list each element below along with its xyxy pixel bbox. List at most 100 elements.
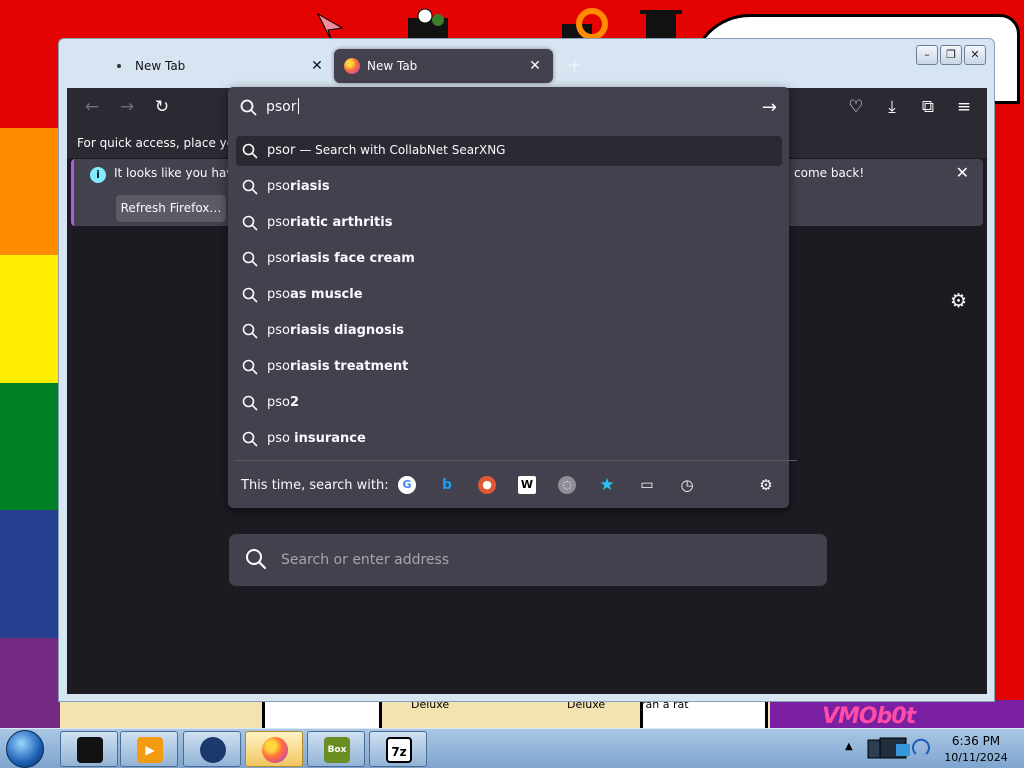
- suggestion-completion: riatic arthritis: [289, 215, 393, 230]
- taskbar-app-firefox[interactable]: [245, 731, 303, 767]
- suggestion-text: psoriasis face cream: [267, 251, 415, 266]
- reload-icon[interactable]: ↻: [147, 88, 177, 126]
- info-icon: i: [90, 167, 106, 183]
- suggestion-completion: riasis diagnosis: [289, 323, 405, 338]
- box-game-icon: Box: [324, 737, 350, 763]
- refresh-firefox-button[interactable]: Refresh Firefox…: [116, 195, 226, 222]
- taskbar-app-terminal[interactable]: [60, 731, 118, 767]
- urlbar-input-row[interactable]: psor →: [228, 87, 789, 129]
- new-tab-search-box[interactable]: [229, 534, 827, 586]
- search-icon: [242, 287, 258, 303]
- notice-text-end: come back!: [794, 166, 865, 180]
- minimize-button[interactable]: –: [916, 45, 938, 65]
- search-icon: [242, 143, 258, 159]
- back-arrow-icon[interactable]: ←: [77, 88, 107, 126]
- duckduckgo-icon[interactable]: ●: [478, 476, 496, 494]
- tab-loading-dot-icon: [117, 64, 121, 68]
- taskbar-app-box-game[interactable]: Box: [307, 731, 365, 767]
- tabs-icon[interactable]: ▭: [638, 476, 656, 494]
- suggestion-completion: riasis: [289, 179, 330, 194]
- suggestion-completion: riasis treatment: [289, 359, 409, 374]
- address-bar-text: psor: [266, 99, 297, 115]
- rainbow-stripe-orange: [0, 128, 60, 255]
- suggestion-row[interactable]: pso2: [236, 388, 782, 418]
- address-bar-input[interactable]: psor: [266, 98, 746, 118]
- bing-icon[interactable]: b: [438, 476, 456, 494]
- suggestion-typed-part: pso: [267, 323, 290, 338]
- search-icon: [240, 99, 257, 116]
- go-arrow-icon[interactable]: →: [762, 97, 777, 118]
- close-window-button[interactable]: ✕: [964, 45, 986, 65]
- rainbow-stripe-yellow: [0, 255, 60, 383]
- suggestion-row[interactable]: psoriasis diagnosis: [236, 316, 782, 346]
- suggestion-completion: as muscle: [289, 287, 363, 302]
- tab-new-tab-1[interactable]: New Tab ✕: [99, 49, 335, 83]
- new-tab-plus-icon[interactable]: +: [567, 55, 582, 76]
- download-icon[interactable]: ⤓: [877, 88, 907, 126]
- suggestion-text: pso insurance: [267, 431, 366, 446]
- rainbow-stripe-red: [0, 0, 60, 128]
- rainbow-stripe-blue: [0, 510, 60, 638]
- taskbar-app-globe[interactable]: [183, 731, 241, 767]
- search-icon: [242, 215, 258, 231]
- hamburger-menu-icon[interactable]: ≡: [949, 88, 979, 126]
- suggestion-typed-part: pso: [267, 395, 290, 410]
- clock-date[interactable]: 10/11/2024: [941, 751, 1011, 764]
- search-icon: [242, 431, 258, 447]
- suggestion-typed-part: pso: [267, 431, 295, 446]
- history-icon[interactable]: ◷: [678, 476, 696, 494]
- searxng-icon[interactable]: ◌: [558, 476, 576, 494]
- gear-icon[interactable]: ⚙: [950, 290, 967, 312]
- suggestion-row[interactable]: psor — Search with CollabNet SearXNG: [236, 136, 782, 166]
- urlbar-dropdown: psor → psor — Search with CollabNet SearX…: [228, 87, 797, 508]
- suggestion-row[interactable]: psoriasis treatment: [236, 352, 782, 382]
- tab-close-icon[interactable]: ✕: [309, 58, 325, 74]
- suggestion-text: psoas muscle: [267, 287, 363, 302]
- show-hidden-icons-arrow-icon[interactable]: ▲: [845, 741, 853, 752]
- maximize-button[interactable]: ❐: [940, 45, 962, 65]
- extensions-puzzle-icon[interactable]: ⧉: [913, 88, 943, 126]
- suggestion-typed-part: pso: [267, 287, 290, 302]
- desktop-cartoon-panel: [262, 700, 382, 730]
- tab-close-icon[interactable]: ✕: [527, 58, 543, 74]
- pocket-icon[interactable]: ♡: [841, 88, 871, 126]
- search-icon: [242, 251, 258, 267]
- taskbar-app-7zip[interactable]: 7z: [369, 731, 427, 767]
- suggestion-row[interactable]: pso insurance: [236, 424, 782, 454]
- system-tray-icons: [867, 737, 930, 759]
- suggestion-row[interactable]: psoas muscle: [236, 280, 782, 310]
- taskbar-app-media-player[interactable]: ▶: [120, 731, 178, 767]
- google-icon[interactable]: G: [398, 476, 416, 494]
- suggestion-text: psoriasis treatment: [267, 359, 408, 374]
- suggestion-typed-part: pso: [267, 251, 290, 266]
- suggestion-row[interactable]: psoriasis: [236, 172, 782, 202]
- close-notice-icon[interactable]: ✕: [956, 163, 969, 182]
- rainbow-stripe-green: [0, 383, 60, 510]
- suggestion-completion: 2: [289, 395, 300, 410]
- search-icon: [242, 359, 258, 375]
- tab-new-tab-2[interactable]: New Tab ✕: [334, 49, 553, 83]
- bookmarks-icon[interactable]: ★: [598, 476, 616, 494]
- rainbow-stripe-purple: [0, 638, 60, 730]
- search-settings-gear-icon[interactable]: ⚙: [757, 476, 775, 494]
- suggestion-completion: riasis face cream: [289, 251, 415, 266]
- start-button[interactable]: [6, 730, 44, 768]
- suggestion-typed-part: psor: [267, 143, 296, 158]
- suggestion-typed-part: pso: [267, 215, 290, 230]
- suggestion-row[interactable]: psoriatic arthritis: [236, 208, 782, 238]
- suggestion-text: psoriasis: [267, 179, 330, 194]
- search-icon: [242, 395, 258, 411]
- suggestion-text: pso2: [267, 395, 299, 410]
- clock-time[interactable]: 6:36 PM: [946, 734, 1006, 748]
- one-off-search-row: This time, search with: G b ● W ◌ ★ ▭ ◷ …: [236, 460, 797, 506]
- wikipedia-icon[interactable]: W: [518, 476, 536, 494]
- suggestion-row[interactable]: psoriasis face cream: [236, 244, 782, 274]
- desktop-brand-logo: VMOb0t: [822, 704, 916, 729]
- forward-arrow-icon[interactable]: →: [112, 88, 142, 126]
- search-input[interactable]: [281, 548, 801, 572]
- media-player-icon: ▶: [137, 737, 163, 763]
- search-icon: [242, 179, 258, 195]
- suggestion-text: psor — Search with CollabNet SearXNG: [267, 143, 505, 158]
- firefox-icon: [344, 58, 360, 74]
- tab-title: New Tab: [367, 59, 418, 73]
